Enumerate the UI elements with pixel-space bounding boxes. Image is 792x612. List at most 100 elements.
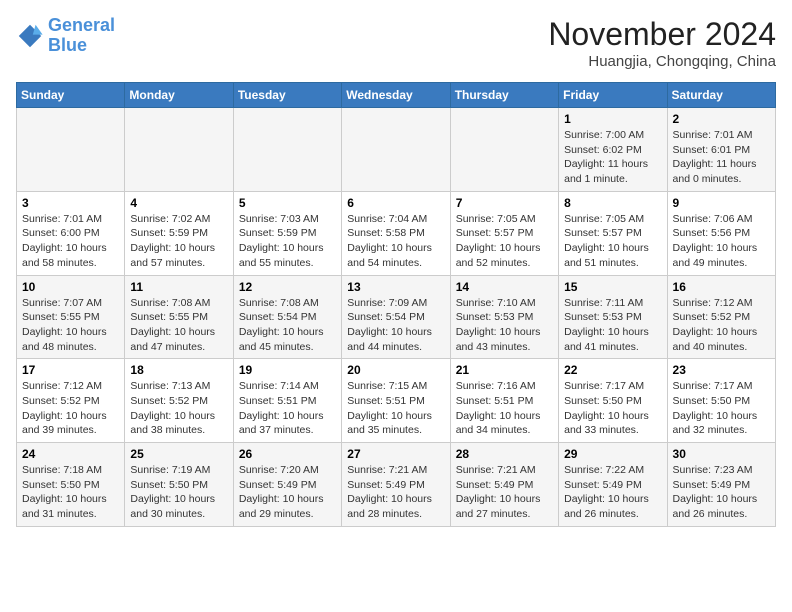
- calendar-header-wednesday: Wednesday: [342, 83, 450, 108]
- calendar-week-4: 17 Sunrise: 7:12 AM Sunset: 5:52 PM Dayli…: [17, 359, 776, 443]
- calendar-day: 10 Sunrise: 7:07 AM Sunset: 5:55 PM Dayli…: [17, 275, 125, 359]
- calendar-header-sunday: Sunday: [17, 83, 125, 108]
- logo-text: General Blue: [48, 16, 115, 56]
- calendar-day: 13 Sunrise: 7:09 AM Sunset: 5:54 PM Dayli…: [342, 275, 450, 359]
- day-info: Sunrise: 7:07 AM Sunset: 5:55 PM Dayligh…: [22, 296, 119, 355]
- calendar-day: 15 Sunrise: 7:11 AM Sunset: 5:53 PM Dayli…: [559, 275, 667, 359]
- day-number: 17: [22, 363, 119, 377]
- day-info: Sunrise: 7:00 AM Sunset: 6:02 PM Dayligh…: [564, 128, 661, 187]
- calendar-week-1: 1 Sunrise: 7:00 AM Sunset: 6:02 PM Daylig…: [17, 108, 776, 192]
- day-info: Sunrise: 7:04 AM Sunset: 5:58 PM Dayligh…: [347, 212, 444, 271]
- day-info: Sunrise: 7:17 AM Sunset: 5:50 PM Dayligh…: [673, 379, 770, 438]
- calendar-day: 19 Sunrise: 7:14 AM Sunset: 5:51 PM Dayli…: [233, 359, 341, 443]
- location: Huangjia, Chongqing, China: [548, 53, 776, 70]
- day-number: 15: [564, 280, 661, 294]
- day-number: 24: [22, 447, 119, 461]
- calendar-day: 2 Sunrise: 7:01 AM Sunset: 6:01 PM Daylig…: [667, 108, 775, 192]
- day-info: Sunrise: 7:11 AM Sunset: 5:53 PM Dayligh…: [564, 296, 661, 355]
- day-info: Sunrise: 7:14 AM Sunset: 5:51 PM Dayligh…: [239, 379, 336, 438]
- calendar-header-row: SundayMondayTuesdayWednesdayThursdayFrid…: [17, 83, 776, 108]
- calendar-day: 23 Sunrise: 7:17 AM Sunset: 5:50 PM Dayli…: [667, 359, 775, 443]
- day-number: 5: [239, 196, 336, 210]
- logo-icon: [16, 22, 44, 50]
- day-info: Sunrise: 7:01 AM Sunset: 6:00 PM Dayligh…: [22, 212, 119, 271]
- calendar-day: 6 Sunrise: 7:04 AM Sunset: 5:58 PM Daylig…: [342, 191, 450, 275]
- day-info: Sunrise: 7:16 AM Sunset: 5:51 PM Dayligh…: [456, 379, 553, 438]
- day-number: 1: [564, 112, 661, 126]
- calendar-day: [342, 108, 450, 192]
- calendar-day: 12Sunrise: 7:08 AM Sunset: 5:54 PM Dayli…: [233, 275, 341, 359]
- day-number: 16: [673, 280, 770, 294]
- calendar-day: 7 Sunrise: 7:05 AM Sunset: 5:57 PM Daylig…: [450, 191, 558, 275]
- calendar-day: 14 Sunrise: 7:10 AM Sunset: 5:53 PM Dayli…: [450, 275, 558, 359]
- day-number: 20: [347, 363, 444, 377]
- calendar-day: 25Sunrise: 7:19 AM Sunset: 5:50 PM Dayli…: [125, 443, 233, 527]
- title-block: November 2024 Huangjia, Chongqing, China: [548, 16, 776, 70]
- calendar-week-3: 10 Sunrise: 7:07 AM Sunset: 5:55 PM Dayli…: [17, 275, 776, 359]
- calendar-week-5: 24Sunrise: 7:18 AM Sunset: 5:50 PM Dayli…: [17, 443, 776, 527]
- calendar-day: 1 Sunrise: 7:00 AM Sunset: 6:02 PM Daylig…: [559, 108, 667, 192]
- day-number: 21: [456, 363, 553, 377]
- calendar-day: 24Sunrise: 7:18 AM Sunset: 5:50 PM Dayli…: [17, 443, 125, 527]
- day-info: Sunrise: 7:13 AM Sunset: 5:52 PM Dayligh…: [130, 379, 227, 438]
- calendar-day: [17, 108, 125, 192]
- calendar-day: 27 Sunrise: 7:21 AM Sunset: 5:49 PM Dayli…: [342, 443, 450, 527]
- day-number: 30: [673, 447, 770, 461]
- calendar-day: 29Sunrise: 7:22 AM Sunset: 5:49 PM Dayli…: [559, 443, 667, 527]
- calendar-day: 26Sunrise: 7:20 AM Sunset: 5:49 PM Dayli…: [233, 443, 341, 527]
- day-info: Sunrise: 7:08 AM Sunset: 5:55 PM Dayligh…: [130, 296, 227, 355]
- calendar-day: 20Sunrise: 7:15 AM Sunset: 5:51 PM Dayli…: [342, 359, 450, 443]
- calendar-day: 3 Sunrise: 7:01 AM Sunset: 6:00 PM Daylig…: [17, 191, 125, 275]
- day-number: 23: [673, 363, 770, 377]
- calendar-day: 30 Sunrise: 7:23 AM Sunset: 5:49 PM Dayli…: [667, 443, 775, 527]
- day-info: Sunrise: 7:01 AM Sunset: 6:01 PM Dayligh…: [673, 128, 770, 187]
- calendar-header-saturday: Saturday: [667, 83, 775, 108]
- day-info: Sunrise: 7:19 AM Sunset: 5:50 PM Dayligh…: [130, 463, 227, 522]
- day-number: 6: [347, 196, 444, 210]
- day-info: Sunrise: 7:05 AM Sunset: 5:57 PM Dayligh…: [456, 212, 553, 271]
- day-number: 9: [673, 196, 770, 210]
- calendar-day: 5Sunrise: 7:03 AM Sunset: 5:59 PM Daylig…: [233, 191, 341, 275]
- calendar-day: [450, 108, 558, 192]
- day-info: Sunrise: 7:05 AM Sunset: 5:57 PM Dayligh…: [564, 212, 661, 271]
- calendar-day: 4Sunrise: 7:02 AM Sunset: 5:59 PM Daylig…: [125, 191, 233, 275]
- day-number: 22: [564, 363, 661, 377]
- calendar-day: 11 Sunrise: 7:08 AM Sunset: 5:55 PM Dayli…: [125, 275, 233, 359]
- calendar-day: 8Sunrise: 7:05 AM Sunset: 5:57 PM Daylig…: [559, 191, 667, 275]
- day-info: Sunrise: 7:23 AM Sunset: 5:49 PM Dayligh…: [673, 463, 770, 522]
- day-number: 28: [456, 447, 553, 461]
- day-info: Sunrise: 7:21 AM Sunset: 5:49 PM Dayligh…: [347, 463, 444, 522]
- day-info: Sunrise: 7:21 AM Sunset: 5:49 PM Dayligh…: [456, 463, 553, 522]
- day-info: Sunrise: 7:12 AM Sunset: 5:52 PM Dayligh…: [22, 379, 119, 438]
- calendar-day: 28 Sunrise: 7:21 AM Sunset: 5:49 PM Dayli…: [450, 443, 558, 527]
- calendar-day: [233, 108, 341, 192]
- day-number: 10: [22, 280, 119, 294]
- day-number: 27: [347, 447, 444, 461]
- day-number: 19: [239, 363, 336, 377]
- day-number: 2: [673, 112, 770, 126]
- calendar-day: 22 Sunrise: 7:17 AM Sunset: 5:50 PM Dayli…: [559, 359, 667, 443]
- day-number: 26: [239, 447, 336, 461]
- calendar-header-tuesday: Tuesday: [233, 83, 341, 108]
- logo-line1: General: [48, 15, 115, 35]
- day-number: 3: [22, 196, 119, 210]
- day-info: Sunrise: 7:10 AM Sunset: 5:53 PM Dayligh…: [456, 296, 553, 355]
- day-number: 14: [456, 280, 553, 294]
- calendar-day: 17 Sunrise: 7:12 AM Sunset: 5:52 PM Dayli…: [17, 359, 125, 443]
- day-number: 11: [130, 280, 227, 294]
- day-info: Sunrise: 7:09 AM Sunset: 5:54 PM Dayligh…: [347, 296, 444, 355]
- calendar-week-2: 3 Sunrise: 7:01 AM Sunset: 6:00 PM Daylig…: [17, 191, 776, 275]
- day-number: 29: [564, 447, 661, 461]
- calendar: SundayMondayTuesdayWednesdayThursdayFrid…: [16, 82, 776, 527]
- calendar-header-thursday: Thursday: [450, 83, 558, 108]
- calendar-day: 16 Sunrise: 7:12 AM Sunset: 5:52 PM Dayli…: [667, 275, 775, 359]
- day-number: 18: [130, 363, 227, 377]
- day-info: Sunrise: 7:12 AM Sunset: 5:52 PM Dayligh…: [673, 296, 770, 355]
- day-number: 13: [347, 280, 444, 294]
- calendar-day: [125, 108, 233, 192]
- day-info: Sunrise: 7:17 AM Sunset: 5:50 PM Dayligh…: [564, 379, 661, 438]
- day-info: Sunrise: 7:02 AM Sunset: 5:59 PM Dayligh…: [130, 212, 227, 271]
- calendar-header-friday: Friday: [559, 83, 667, 108]
- day-number: 7: [456, 196, 553, 210]
- page-header: General Blue November 2024 Huangjia, Cho…: [16, 16, 776, 70]
